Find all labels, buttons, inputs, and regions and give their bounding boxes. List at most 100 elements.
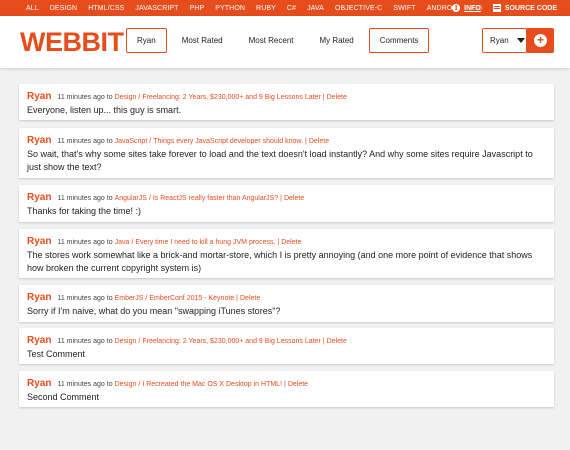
comment-card: Ryan 11 minutes ago to Design / Freelanc… xyxy=(19,328,554,364)
comment-delete-link[interactable]: Delete xyxy=(281,239,301,246)
separator: | xyxy=(284,381,286,388)
main-nav: Ryan Most Rated Most Recent My Rated Com… xyxy=(126,28,433,53)
source-code-label: SOURCE CODE xyxy=(504,4,557,12)
separator: | xyxy=(305,138,307,145)
comment-author[interactable]: Ryan xyxy=(27,335,51,346)
comment-delete-link[interactable]: Delete xyxy=(284,195,304,202)
add-post-button[interactable]: + xyxy=(527,28,554,53)
comment-delete-link[interactable]: Delete xyxy=(288,381,308,388)
category-all[interactable]: ALL xyxy=(26,5,39,12)
comment-category-link[interactable]: JavaScript xyxy=(115,138,148,145)
category-javascript[interactable]: JAVASCRIPT xyxy=(135,5,178,12)
comment-text: Test Comment xyxy=(27,349,86,359)
plus-icon: + xyxy=(534,34,547,47)
comment-card: Ryan 11 minutes ago to EmberJS / EmberCo… xyxy=(19,285,554,322)
comment-card: Ryan 11 minutes ago to AngularJS / Is Re… xyxy=(19,185,554,222)
comment-category-link[interactable]: EmberJS xyxy=(115,295,144,302)
category-bar: ALL DESIGN HTML/CSS JAVASCRIPT PHP PYTHO… xyxy=(0,0,570,16)
category-objective-c[interactable]: OBJECTIVE-C xyxy=(335,5,382,12)
logo[interactable]: WEBBIT xyxy=(20,27,124,57)
comment-time: 11 minutes ago to xyxy=(57,338,113,345)
category-ruby[interactable]: RUBY xyxy=(256,5,276,12)
comment-meta: Ryan 11 minutes ago to AngularJS / Is Re… xyxy=(27,192,546,203)
comment-card: Ryan 11 minutes ago to Design / I Recrea… xyxy=(19,371,554,407)
comment-delete-link[interactable]: Delete xyxy=(309,138,329,145)
comment-author[interactable]: Ryan xyxy=(27,192,51,203)
comment-meta: Ryan 11 minutes ago to JavaScript / Thin… xyxy=(27,135,546,146)
comment-card: Ryan 11 minutes ago to JavaScript / Thin… xyxy=(19,128,554,178)
source-code-link[interactable]: SOURCE CODE xyxy=(492,4,557,12)
category-php[interactable]: PHP xyxy=(190,5,205,12)
comment-time: 11 minutes ago to xyxy=(57,239,113,246)
comment-author[interactable]: Ryan xyxy=(27,236,51,247)
comment-category-link[interactable]: Design xyxy=(115,338,137,345)
tab-comments[interactable]: Comments xyxy=(368,28,430,53)
comment-meta: Ryan 11 minutes ago to Design / I Recrea… xyxy=(27,378,546,389)
category-list: ALL DESIGN HTML/CSS JAVASCRIPT PHP PYTHO… xyxy=(0,5,494,12)
comment-post-link[interactable]: Freelancing: 2 Years, $230,000+ and 9 Bi… xyxy=(142,94,320,101)
separator: / xyxy=(138,381,141,388)
comment-text: Thanks for taking the time! :) xyxy=(27,206,142,216)
category-java[interactable]: JAVA xyxy=(307,5,324,12)
comment-post-link[interactable]: Every time I need to kill a hung JVM pro… xyxy=(135,239,275,246)
site-header: WEBBIT Ryan Most Rated Most Recent My Ra… xyxy=(0,16,570,68)
chevron-down-icon xyxy=(516,38,525,43)
comment-category-link[interactable]: Java xyxy=(115,239,130,246)
comment-time: 11 minutes ago to xyxy=(57,195,113,202)
comment-category-link[interactable]: Design xyxy=(115,94,137,101)
comment-author[interactable]: Ryan xyxy=(27,378,51,389)
comment-card: Ryan 11 minutes ago to Design / Freelanc… xyxy=(19,84,554,120)
user-name: Ryan xyxy=(490,36,509,45)
separator: | xyxy=(322,94,325,101)
comment-text: Sorry if I'm naive, what do you mean "sw… xyxy=(27,306,281,316)
category-csharp[interactable]: C# xyxy=(287,5,296,12)
info-link[interactable]: i INFO xyxy=(452,4,481,12)
comment-meta: Ryan 11 minutes ago to Design / Freelanc… xyxy=(27,335,546,346)
comment-author[interactable]: Ryan xyxy=(27,292,51,303)
tab-my-rated[interactable]: My Rated xyxy=(309,28,365,53)
code-icon xyxy=(492,4,501,12)
category-python[interactable]: PYTHON xyxy=(215,5,245,12)
separator: / xyxy=(149,138,152,145)
comment-post-link[interactable]: EmberConf 2015 - Keynote xyxy=(149,295,234,302)
info-icon: i xyxy=(452,4,461,12)
separator: / xyxy=(138,94,141,101)
comment-author[interactable]: Ryan xyxy=(27,91,51,102)
separator: / xyxy=(138,338,141,345)
category-swift[interactable]: SWIFT xyxy=(393,5,415,12)
comment-delete-link[interactable]: Delete xyxy=(327,94,347,101)
tab-most-recent[interactable]: Most Recent xyxy=(238,28,305,53)
separator: | xyxy=(322,338,325,345)
user-dropdown[interactable]: Ryan xyxy=(482,28,527,53)
category-design[interactable]: DESIGN xyxy=(50,5,77,12)
comment-card: Ryan 11 minutes ago to Java / Every time… xyxy=(19,229,554,278)
tab-user[interactable]: Ryan xyxy=(126,28,167,53)
comment-time: 11 minutes ago to xyxy=(57,295,113,302)
category-html-css[interactable]: HTML/CSS xyxy=(88,5,124,12)
comment-post-link[interactable]: I Recreated the Mac OS X Desktop in HTML… xyxy=(142,381,282,388)
comment-text: Second Comment xyxy=(27,392,100,402)
comment-author[interactable]: Ryan xyxy=(27,135,51,146)
separator: | xyxy=(277,239,280,246)
comment-post-link[interactable]: Freelancing: 2 Years, $230,000+ and 9 Bi… xyxy=(142,338,320,345)
comment-category-link[interactable]: Design xyxy=(115,381,137,388)
comment-text: The stores work somewhat like a brick-an… xyxy=(27,250,533,273)
tab-most-rated[interactable]: Most Rated xyxy=(171,28,234,53)
separator: / xyxy=(145,295,148,302)
comment-post-link[interactable]: Is ReactJS really faster than AngularJS? xyxy=(153,195,278,202)
comment-meta: Ryan 11 minutes ago to Java / Every time… xyxy=(27,236,546,247)
comment-category-link[interactable]: AngularJS xyxy=(115,195,147,202)
comment-text: So wait, that's why some sites take fore… xyxy=(27,149,533,172)
separator: | xyxy=(236,295,238,302)
comment-delete-link[interactable]: Delete xyxy=(240,295,260,302)
comment-delete-link[interactable]: Delete xyxy=(327,338,347,345)
comment-time: 11 minutes ago to xyxy=(57,381,113,388)
top-links: i INFO SOURCE CODE xyxy=(440,0,557,16)
separator: / xyxy=(148,195,151,202)
comment-text: Everyone, listen up... this guy is smart… xyxy=(27,105,182,115)
comment-meta: Ryan 11 minutes ago to EmberJS / EmberCo… xyxy=(27,292,546,303)
comment-time: 11 minutes ago to xyxy=(57,138,113,145)
comment-post-link[interactable]: Things every JavaScript developer should… xyxy=(153,138,303,145)
separator: / xyxy=(131,239,134,246)
info-label: INFO xyxy=(464,4,481,12)
